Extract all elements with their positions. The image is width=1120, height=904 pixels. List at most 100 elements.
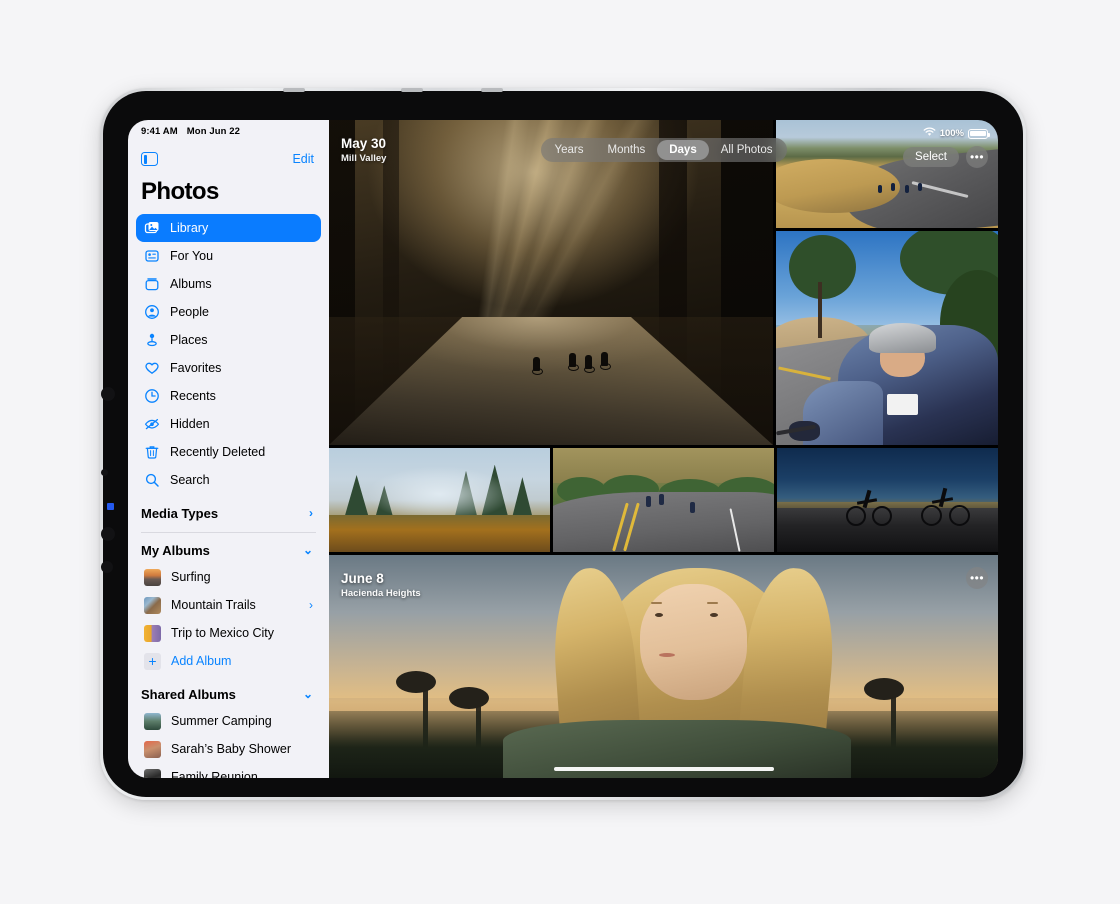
section-header-my-albums[interactable]: My Albums ⌄ [128, 537, 329, 563]
day-date: May 30 [341, 136, 387, 151]
section-title: My Albums [141, 542, 210, 558]
album-thumbnail [144, 568, 161, 586]
album-label: Trip to Mexico City [171, 626, 275, 640]
page-title: Photos [141, 178, 219, 205]
chevron-down-icon: ⌄ [302, 687, 313, 701]
ipad-screen: 9:41 AM Mon Jun 22 Edit Photos Library F… [128, 120, 998, 778]
photo-scene-detail [864, 677, 905, 700]
sidebar-item-recents[interactable]: Recents [136, 382, 321, 410]
photo-scene-detail [659, 493, 665, 505]
photo-row-hero: May 30 Mill Valley 100% Years Months Day… [329, 120, 998, 445]
sidebar-item-recently-deleted[interactable]: Recently Deleted [136, 438, 321, 466]
album-thumbnail [144, 712, 161, 730]
segment-years[interactable]: Years [543, 140, 596, 160]
photo-woman-portrait-sunset[interactable]: June 8 Hacienda Heights ••• [329, 555, 998, 778]
section-header-media-types[interactable]: Media Types › [128, 500, 329, 526]
photo-cyclist-portrait[interactable] [776, 231, 998, 445]
photo-foggy-hillside[interactable] [329, 448, 550, 552]
photo-scene-detail [818, 282, 823, 338]
map-pin-icon [144, 332, 160, 348]
photo-scene-detail [584, 355, 595, 373]
photo-cyclist-silhouettes[interactable] [777, 448, 998, 552]
section-title: Media Types [141, 505, 219, 521]
add-album-button[interactable]: + Add Album [128, 647, 329, 675]
sidebar-item-library[interactable]: Library [136, 214, 321, 242]
album-label: Sarah’s Baby Shower [171, 742, 291, 756]
photo-row-middle [329, 448, 998, 552]
edge-port-dot [101, 561, 113, 573]
segment-months[interactable]: Months [596, 140, 658, 160]
sidebar-item-hidden[interactable]: Hidden [136, 410, 321, 438]
shared-album-item-summer-camping[interactable]: Summer Camping [128, 707, 329, 735]
edit-button[interactable]: Edit [292, 152, 314, 166]
album-thumbnail [144, 768, 161, 778]
photos-sidebar: 9:41 AM Mon Jun 22 Edit Photos Library F… [128, 120, 329, 778]
section-header-shared-albums[interactable]: Shared Albums ⌄ [128, 681, 329, 707]
ellipsis-icon[interactable]: ••• [966, 146, 988, 168]
photo-scene-detail [904, 184, 909, 193]
eye-slash-icon [144, 416, 160, 432]
chevron-right-icon: › [309, 598, 313, 612]
photo-scene-detail [645, 495, 651, 507]
sidebar-toolbar: Edit [128, 142, 329, 176]
sidebar-item-albums[interactable]: Albums [136, 270, 321, 298]
for-you-card-icon [144, 248, 160, 264]
sidebar-item-favorites[interactable]: Favorites [136, 354, 321, 382]
sidebar-item-label: For You [170, 249, 214, 263]
sidebar-item-label: Library [170, 221, 209, 235]
wifi-icon [923, 127, 936, 140]
photo-scene-detail [651, 601, 663, 604]
sidebar-item-label: Albums [170, 277, 212, 291]
select-button[interactable]: Select [903, 147, 959, 167]
photo-row-bottom: June 8 Hacienda Heights ••• [329, 555, 998, 778]
album-item-trip-to-mexico-city[interactable]: Trip to Mexico City [128, 619, 329, 647]
shared-album-item-family-reunion[interactable]: Family Reunion [128, 763, 329, 778]
heart-icon [144, 360, 160, 376]
sidebar-item-places[interactable]: Places [136, 326, 321, 354]
photo-scene-detail [878, 184, 883, 193]
photo-country-road-cyclists[interactable] [553, 448, 774, 552]
day-group-label-may-30: May 30 Mill Valley [341, 136, 386, 164]
sidebar-item-label: Recently Deleted [170, 445, 266, 459]
segment-all-photos[interactable]: All Photos [709, 140, 785, 160]
edge-port-dot [101, 387, 115, 401]
album-label: Family Reunion [171, 770, 258, 778]
photo-stack-icon [144, 220, 160, 236]
edge-port-dot [101, 469, 108, 476]
photo-scene-detail [532, 357, 543, 375]
photo-scene-detail [891, 182, 896, 191]
trash-icon [144, 444, 160, 460]
sidebar-item-people[interactable]: People [136, 298, 321, 326]
photo-scene-detail [887, 393, 919, 416]
photo-scene-detail [920, 505, 942, 527]
sidebar-toggle-icon[interactable] [141, 152, 158, 166]
album-item-surfing[interactable]: Surfing [128, 563, 329, 591]
day-place: Hacienda Heights [341, 587, 421, 599]
photo-scene-detail [845, 506, 866, 527]
timeline-segmented-control[interactable]: Years Months Days All Photos [540, 138, 787, 162]
search-icon [144, 472, 160, 488]
photo-scene-detail [329, 514, 550, 552]
ipad-device-frame: 9:41 AM Mon Jun 22 Edit Photos Library F… [100, 88, 1026, 800]
battery-percent-label: 100% [939, 128, 964, 139]
sidebar-item-search[interactable]: Search [136, 466, 321, 494]
album-item-mountain-trails[interactable]: Mountain Trails › [128, 591, 329, 619]
album-thumbnail [144, 624, 161, 642]
segment-days[interactable]: Days [657, 140, 709, 160]
home-indicator[interactable] [553, 767, 774, 771]
sidebar-item-label: Recents [170, 389, 216, 403]
photo-scene-detail [568, 353, 579, 371]
sidebar-item-for-you[interactable]: For You [136, 242, 321, 270]
photo-forest-sunbeams-cyclists[interactable]: May 30 Mill Valley [329, 120, 773, 445]
sidebar-item-label: Places [170, 333, 208, 347]
antenna-line [481, 88, 503, 92]
sidebar-nav-list: Library For You Albums People Places Fav… [128, 214, 329, 494]
photo-scene-detail [789, 235, 856, 300]
ellipsis-icon[interactable]: ••• [966, 567, 988, 589]
device-bezel: 9:41 AM Mon Jun 22 Edit Photos Library F… [101, 88, 1023, 797]
shared-album-item-sarahs-baby-shower[interactable]: Sarah’s Baby Shower [128, 735, 329, 763]
photo-actions: Select ••• [903, 146, 988, 168]
photo-scene-detail [600, 352, 611, 370]
album-thumbnail [144, 740, 161, 758]
plus-icon: + [144, 652, 161, 670]
